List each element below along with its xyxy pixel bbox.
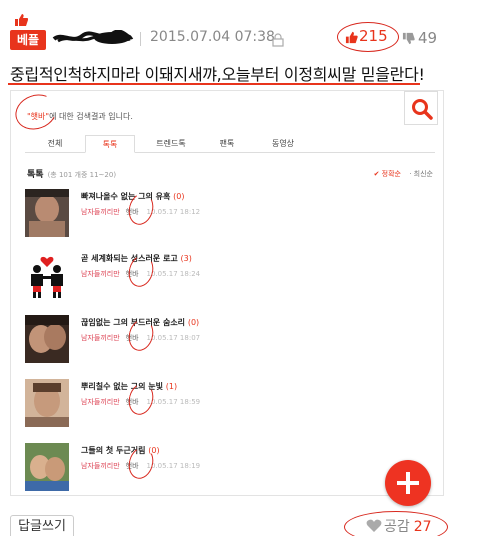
comment-count: (3) (180, 254, 192, 263)
item-category[interactable]: 남자들끼리만 (81, 462, 120, 470)
add-button[interactable] (385, 460, 431, 506)
item-date: 10.05.17 18:59 (146, 398, 201, 406)
list-item[interactable]: 곧 세계화되는 성스러운 로고 (3) 남자들끼리만 햇바 10.05.17 18:… (25, 251, 425, 301)
comment-date: 2015.07.04 07:38 (150, 29, 275, 45)
item-title-text: 곧 세계화되는 성스러운 로고 (81, 254, 178, 263)
section-count: (총 101 개중 11~20) (47, 171, 117, 179)
result-tabs: 전체 톡톡 트렌드톡 팬톡 동영상 (25, 135, 435, 153)
comment-count: (0) (187, 318, 200, 327)
empathy-label: 공감 (384, 519, 410, 535)
search-icon (412, 99, 433, 120)
tab-video[interactable]: 동영상 (255, 135, 311, 153)
tab-all[interactable]: 전체 (35, 135, 75, 153)
best-badge-wrap: 베플 (10, 14, 46, 50)
list-item[interactable]: 끊임없는 그의 부드러운 숨소리 (0) 남자들끼리만 햇바 10.05.17 18… (25, 315, 425, 365)
search-button[interactable] (404, 91, 438, 125)
plus-icon (397, 472, 419, 494)
item-title-text: 빠져나올수 없는 그의 유혹 (81, 192, 171, 201)
sort-latest[interactable]: · 최신순 (409, 170, 433, 178)
item-category[interactable]: 남자들끼리만 (81, 398, 120, 406)
upvote-button[interactable]: 215 (337, 22, 399, 52)
sort-accuracy[interactable]: ✔ 정확순 (374, 170, 401, 178)
thumbs-up-icon (345, 31, 358, 44)
tab-toktok[interactable]: 톡톡 (85, 135, 135, 153)
list-item[interactable]: 그들의 첫 두근거림 (0) 남자들끼리만 햇바 10.05.17 18:19 (25, 443, 425, 493)
tab-trend-tok[interactable]: 트렌드톡 (143, 135, 199, 153)
section-title-text: 톡톡 (27, 170, 44, 180)
best-badge: 베플 (10, 30, 46, 50)
item-date: 10.05.17 18:19 (146, 462, 201, 470)
thumbs-up-icon (15, 14, 28, 26)
comment-count: (0) (173, 192, 185, 201)
downvote-count: 49 (418, 29, 438, 47)
item-date: 10.05.17 18:12 (146, 208, 201, 216)
item-date: 10.05.17 18:07 (146, 334, 201, 342)
search-suffix: 에 대한 검색결과 입니다. (49, 112, 133, 121)
item-category[interactable]: 남자들끼리만 (81, 270, 120, 278)
redacted-author-scribble (52, 30, 134, 44)
empathy-count: 27 (413, 519, 432, 535)
post-thumbnail (25, 315, 69, 363)
annotation-underline (8, 83, 420, 85)
post-thumbnail (25, 379, 69, 427)
list-item[interactable]: 뿌리칠수 없는 그의 눈빛 (1) 남자들끼리만 햇바 10.05.17 18:59 (25, 379, 425, 429)
post-thumbnail (25, 443, 69, 491)
comment-header: 베플 2015.07.04 07:38 215 49 (10, 14, 448, 52)
lock-icon[interactable] (272, 33, 284, 47)
sort-options: ✔ 정확순 · 최신순 (374, 169, 433, 179)
list-item[interactable]: 빠져나올수 없는 그의 유혹 (0) 남자들끼리만 햇바 10.05.17 18:1… (25, 189, 425, 239)
tab-fan-tok[interactable]: 팬톡 (205, 135, 249, 153)
thumbs-down-icon (402, 32, 415, 45)
comment-text: 중립적인척하지마라 이돼지새꺄,오늘부터 이정희씨말 믿을란다! (10, 65, 425, 84)
annotation-circle (11, 91, 62, 136)
separator (140, 32, 141, 46)
empathy-button[interactable]: 공감 27 (366, 516, 432, 536)
item-category[interactable]: 남자들끼리만 (81, 208, 120, 216)
downvote-button[interactable]: 49 (402, 28, 448, 48)
upvote-count: 215 (359, 27, 388, 45)
comment-count: (1) (165, 382, 178, 391)
item-category[interactable]: 남자들끼리만 (81, 334, 120, 342)
heart-icon (366, 519, 382, 532)
embedded-screenshot: "햇바"에 대한 검색결과 입니다. 전체 톡톡 트렌드톡 팬톡 동영상 톡톡(… (10, 90, 444, 496)
section-title: 톡톡 (총 101 개중 11~20) (27, 167, 116, 180)
post-thumbnail (25, 251, 69, 299)
item-title[interactable]: 뿌리칠수 없는 그의 눈빛 (1) (81, 381, 177, 392)
post-thumbnail (25, 189, 69, 237)
reply-button[interactable]: 답글쓰기 (10, 515, 74, 536)
item-date: 10.05.17 18:24 (146, 270, 201, 278)
